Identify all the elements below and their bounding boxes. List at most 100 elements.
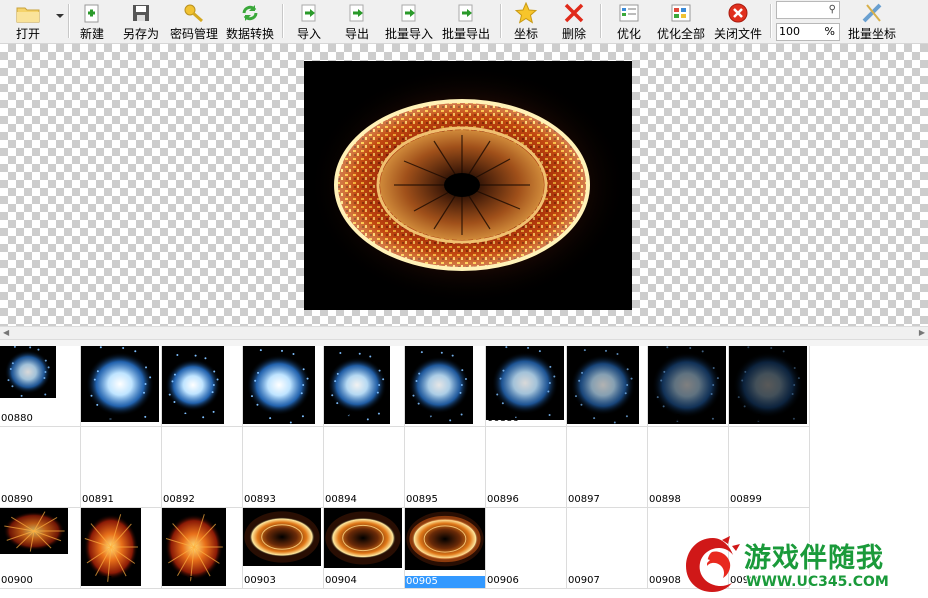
delete-button[interactable]: 删除 [558, 0, 590, 43]
frame-thumbnail[interactable]: 00897 [567, 427, 648, 508]
frame-label: 00888 [649, 413, 681, 424]
frame-thumbnail[interactable]: 00902 [162, 508, 243, 589]
frame-thumbnail[interactable]: 00888 [648, 346, 729, 427]
ruler-icon [860, 2, 884, 24]
frame-thumbnail[interactable]: 00881 [81, 346, 162, 427]
frame-image [0, 508, 68, 554]
frame-thumbnail[interactable]: 00889 [729, 346, 810, 427]
frame-label: 00887 [568, 413, 600, 424]
toolbar-separator [600, 4, 602, 38]
frame-label: 00893 [244, 494, 276, 505]
new-button[interactable]: 新建 [74, 0, 110, 43]
optimize-icon [617, 2, 641, 24]
frame-label: 00902 [163, 575, 195, 586]
frame-thumbnail[interactable]: 00882 [162, 346, 243, 427]
import-button[interactable]: 导入 [292, 0, 326, 43]
frame-thumbnail[interactable]: 00907 [567, 508, 648, 589]
frame-label: 00881 [82, 413, 114, 424]
frame-label: 00904 [325, 575, 357, 586]
frame-label: 00895 [406, 494, 438, 505]
export-icon [345, 2, 369, 24]
batch-export-button[interactable]: 批量导出 [440, 0, 492, 43]
toolbar-separator [282, 4, 284, 38]
frame-thumbnail[interactable]: 00901 [81, 508, 162, 589]
frame-label: 00908 [649, 575, 681, 586]
coords-button[interactable]: 坐标 [510, 0, 542, 43]
export-button[interactable]: 导出 [340, 0, 374, 43]
frame-thumbnail[interactable]: 00900 [0, 508, 81, 589]
star-icon [514, 2, 538, 24]
frame-thumbnail[interactable]: 00884 [324, 346, 405, 427]
watermark-title: 游戏伴随我 [744, 543, 884, 574]
frame-label: 00897 [568, 494, 600, 505]
frame-label: 00903 [244, 575, 276, 586]
frame-label: 00894 [325, 494, 357, 505]
frame-thumbnail[interactable]: 00887 [567, 346, 648, 427]
scroll-left-icon[interactable]: ◀ [3, 328, 9, 337]
frame-thumbnail[interactable]: 00896 [486, 427, 567, 508]
frame-thumbnail[interactable]: 00893 [243, 427, 324, 508]
frame-thumbnail[interactable]: 00886 [486, 346, 567, 427]
search-input[interactable]: ⚲ [776, 1, 840, 19]
frame-thumbnail[interactable]: 00891 [81, 427, 162, 508]
toolbar-separator [770, 4, 772, 38]
frame-label: 00882 [163, 413, 195, 424]
frame-thumbnail[interactable]: 00898 [648, 427, 729, 508]
delete-x-icon [562, 2, 586, 24]
frame-thumbnail[interactable]: 00906 [486, 508, 567, 589]
frame-label: 00883 [244, 413, 276, 424]
optimize-all-button[interactable]: 优化全部 [654, 0, 708, 43]
zoom-unit: % [824, 25, 835, 38]
save-icon [129, 2, 153, 24]
batch-coords-button[interactable]: 批量坐标 [844, 0, 900, 43]
frame-thumbnail[interactable]: 00904 [324, 508, 405, 589]
frame-label: 00898 [649, 494, 681, 505]
new-file-icon [80, 2, 104, 24]
password-manager-button[interactable]: 密码管理 [168, 0, 220, 43]
frame-label: 00906 [487, 575, 519, 586]
optimize-all-icon [669, 2, 693, 24]
frame-label: 00899 [730, 494, 762, 505]
frame-thumbnail[interactable]: 00883 [243, 346, 324, 427]
frame-image [324, 508, 402, 568]
close-circle-icon [726, 2, 750, 24]
frame-thumbnail[interactable]: 00895 [405, 427, 486, 508]
dragon-logo-icon [686, 536, 740, 592]
frame-thumbnail[interactable]: 00880 [0, 346, 81, 427]
frame-thumbnail[interactable]: 00905 [405, 508, 486, 589]
toolbar: 打开 新建 另存为 密码管理 数据转换 导入 导出 批量导入 批量导出 坐标 删… [0, 0, 928, 44]
data-convert-button[interactable]: 数据转换 [224, 0, 276, 43]
frame-label: 00880 [1, 413, 33, 424]
frame-label: 00884 [325, 413, 357, 424]
frame-thumbnail[interactable]: 00899 [729, 427, 810, 508]
frame-image [243, 508, 321, 566]
frame-image [405, 508, 485, 570]
open-button[interactable]: 打开 [4, 0, 52, 43]
save-as-button[interactable]: 另存为 [120, 0, 162, 43]
toolbar-separator [500, 4, 502, 38]
frame-thumbnail[interactable]: 00885 [405, 346, 486, 427]
preview-canvas[interactable] [0, 44, 928, 326]
frame-label: 00896 [487, 494, 519, 505]
refresh-icon [238, 2, 262, 24]
frame-label: 00886 [487, 413, 519, 424]
search-icon: ⚲ [828, 4, 836, 15]
frame-thumbnail[interactable]: 00892 [162, 427, 243, 508]
close-file-button[interactable]: 关闭文件 [712, 0, 764, 43]
frame-label: 00901 [82, 575, 114, 586]
optimize-button[interactable]: 优化 [612, 0, 646, 43]
horizontal-scrollbar[interactable]: ◀ ▶ [0, 326, 928, 340]
frame-thumbnail[interactable]: 00903 [243, 508, 324, 589]
watermark-url: WWW.UC345.COM [746, 574, 889, 590]
open-dropdown-arrow-icon[interactable] [56, 14, 64, 18]
import-icon [297, 2, 321, 24]
zoom-input[interactable]: 100 % [776, 23, 840, 41]
frame-thumbnail[interactable]: 00890 [0, 427, 81, 508]
batch-import-button[interactable]: 批量导入 [384, 0, 434, 43]
frame-label: 00905 [405, 576, 485, 588]
frame-thumbnail[interactable]: 00894 [324, 427, 405, 508]
frame-image [0, 346, 56, 398]
frame-label: 00892 [163, 494, 195, 505]
scroll-right-icon[interactable]: ▶ [919, 328, 925, 337]
frame-image [81, 346, 159, 422]
